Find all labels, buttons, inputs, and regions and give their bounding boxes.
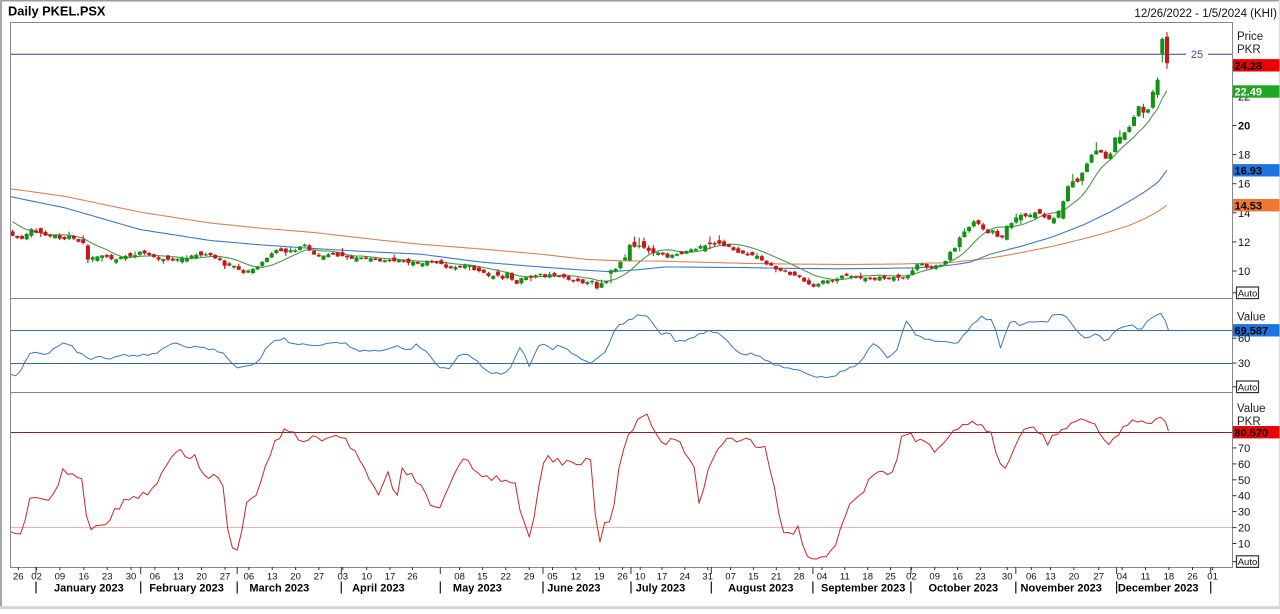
svg-text:20: 20 [1238,523,1250,535]
svg-text:19: 19 [594,572,605,583]
svg-text:23: 23 [102,572,113,583]
svg-text:26: 26 [13,572,24,583]
svg-text:PKR: PKR [1237,44,1261,56]
svg-text:60: 60 [1238,333,1250,345]
svg-text:Auto: Auto [1238,288,1258,299]
svg-text:20: 20 [1069,572,1080,583]
svg-text:04: 04 [817,572,828,583]
svg-text:May 2023: May 2023 [453,583,502,595]
svg-text:05: 05 [547,572,558,583]
svg-text:18: 18 [1238,150,1250,162]
svg-text:03: 03 [338,572,349,583]
svg-text:12: 12 [1238,237,1250,249]
svg-text:23: 23 [975,572,986,583]
svg-text:30: 30 [1238,358,1250,370]
svg-text:June 2023: June 2023 [547,583,600,595]
svg-text:10: 10 [1238,266,1250,278]
svg-text:August 2023: August 2023 [728,583,793,595]
svg-text:Value: Value [1237,312,1266,324]
svg-text:26: 26 [407,572,418,583]
svg-text:07: 07 [725,572,736,583]
svg-text:18: 18 [862,572,873,583]
svg-text:02: 02 [31,572,42,583]
svg-text:50: 50 [1238,475,1250,487]
svg-text:17: 17 [385,572,396,583]
svg-text:16: 16 [79,572,90,583]
svg-text:20: 20 [196,572,207,583]
svg-text:70: 70 [1238,443,1250,455]
svg-text:14.53: 14.53 [1235,200,1263,212]
svg-text:30: 30 [1002,572,1013,583]
svg-text:01: 01 [1207,572,1218,583]
svg-text:25: 25 [1191,49,1203,61]
svg-text:16: 16 [952,572,963,583]
svg-text:21: 21 [771,572,782,583]
svg-text:25: 25 [885,572,896,583]
svg-text:16: 16 [1238,179,1250,191]
svg-text:15: 15 [748,572,759,583]
svg-text:30: 30 [1238,507,1250,519]
svg-text:October 2023: October 2023 [928,583,998,595]
svg-text:September 2023: September 2023 [821,583,905,595]
svg-text:July 2023: July 2023 [636,583,686,595]
svg-text:26: 26 [617,572,628,583]
svg-text:24: 24 [680,572,691,583]
svg-text:December 2023: December 2023 [1118,583,1199,595]
svg-text:09: 09 [929,572,940,583]
svg-text:February 2023: February 2023 [149,583,224,595]
svg-text:10: 10 [361,572,372,583]
svg-text:15: 15 [477,572,488,583]
svg-text:November 2023: November 2023 [1021,583,1102,595]
svg-text:April 2023: April 2023 [352,583,405,595]
svg-text:13: 13 [173,572,184,583]
svg-text:27: 27 [1093,572,1104,583]
svg-text:27: 27 [314,572,325,583]
svg-text:09: 09 [55,572,66,583]
svg-text:12/26/2022 - 1/5/2024 (KHI): 12/26/2022 - 1/5/2024 (KHI) [1134,8,1277,20]
svg-text:60: 60 [1238,459,1250,471]
svg-text:40: 40 [1238,491,1250,503]
svg-text:Value: Value [1237,403,1266,415]
svg-text:26: 26 [1187,572,1198,583]
svg-text:18: 18 [1164,572,1175,583]
svg-text:Price: Price [1237,31,1263,43]
svg-text:80.570: 80.570 [1235,427,1269,439]
svg-text:Auto: Auto [1238,557,1258,568]
svg-text:10: 10 [635,572,646,583]
svg-text:10: 10 [1238,539,1250,551]
svg-text:13: 13 [267,572,278,583]
svg-text:Auto: Auto [1238,382,1258,393]
svg-text:11: 11 [1141,572,1151,583]
svg-text:12: 12 [571,572,582,583]
svg-text:11: 11 [840,572,850,583]
svg-text:16.93: 16.93 [1235,166,1263,178]
svg-text:04: 04 [1117,572,1128,583]
svg-text:March 2023: March 2023 [249,583,309,595]
svg-text:06: 06 [244,572,255,583]
svg-text:06: 06 [150,572,161,583]
svg-text:24.28: 24.28 [1235,61,1263,73]
svg-text:22.49: 22.49 [1235,87,1263,99]
svg-text:30: 30 [126,572,137,583]
svg-text:06: 06 [1026,572,1037,583]
svg-text:28: 28 [794,572,805,583]
svg-text:17: 17 [657,572,668,583]
svg-text:29: 29 [524,572,535,583]
svg-text:January 2023: January 2023 [54,583,124,595]
svg-text:08: 08 [454,572,465,583]
svg-text:20: 20 [1238,121,1250,133]
svg-text:Daily PKEL.PSX: Daily PKEL.PSX [8,4,106,19]
svg-text:13: 13 [1045,572,1056,583]
svg-text:22: 22 [501,572,512,583]
svg-text:27: 27 [220,572,231,583]
svg-text:20: 20 [290,572,301,583]
